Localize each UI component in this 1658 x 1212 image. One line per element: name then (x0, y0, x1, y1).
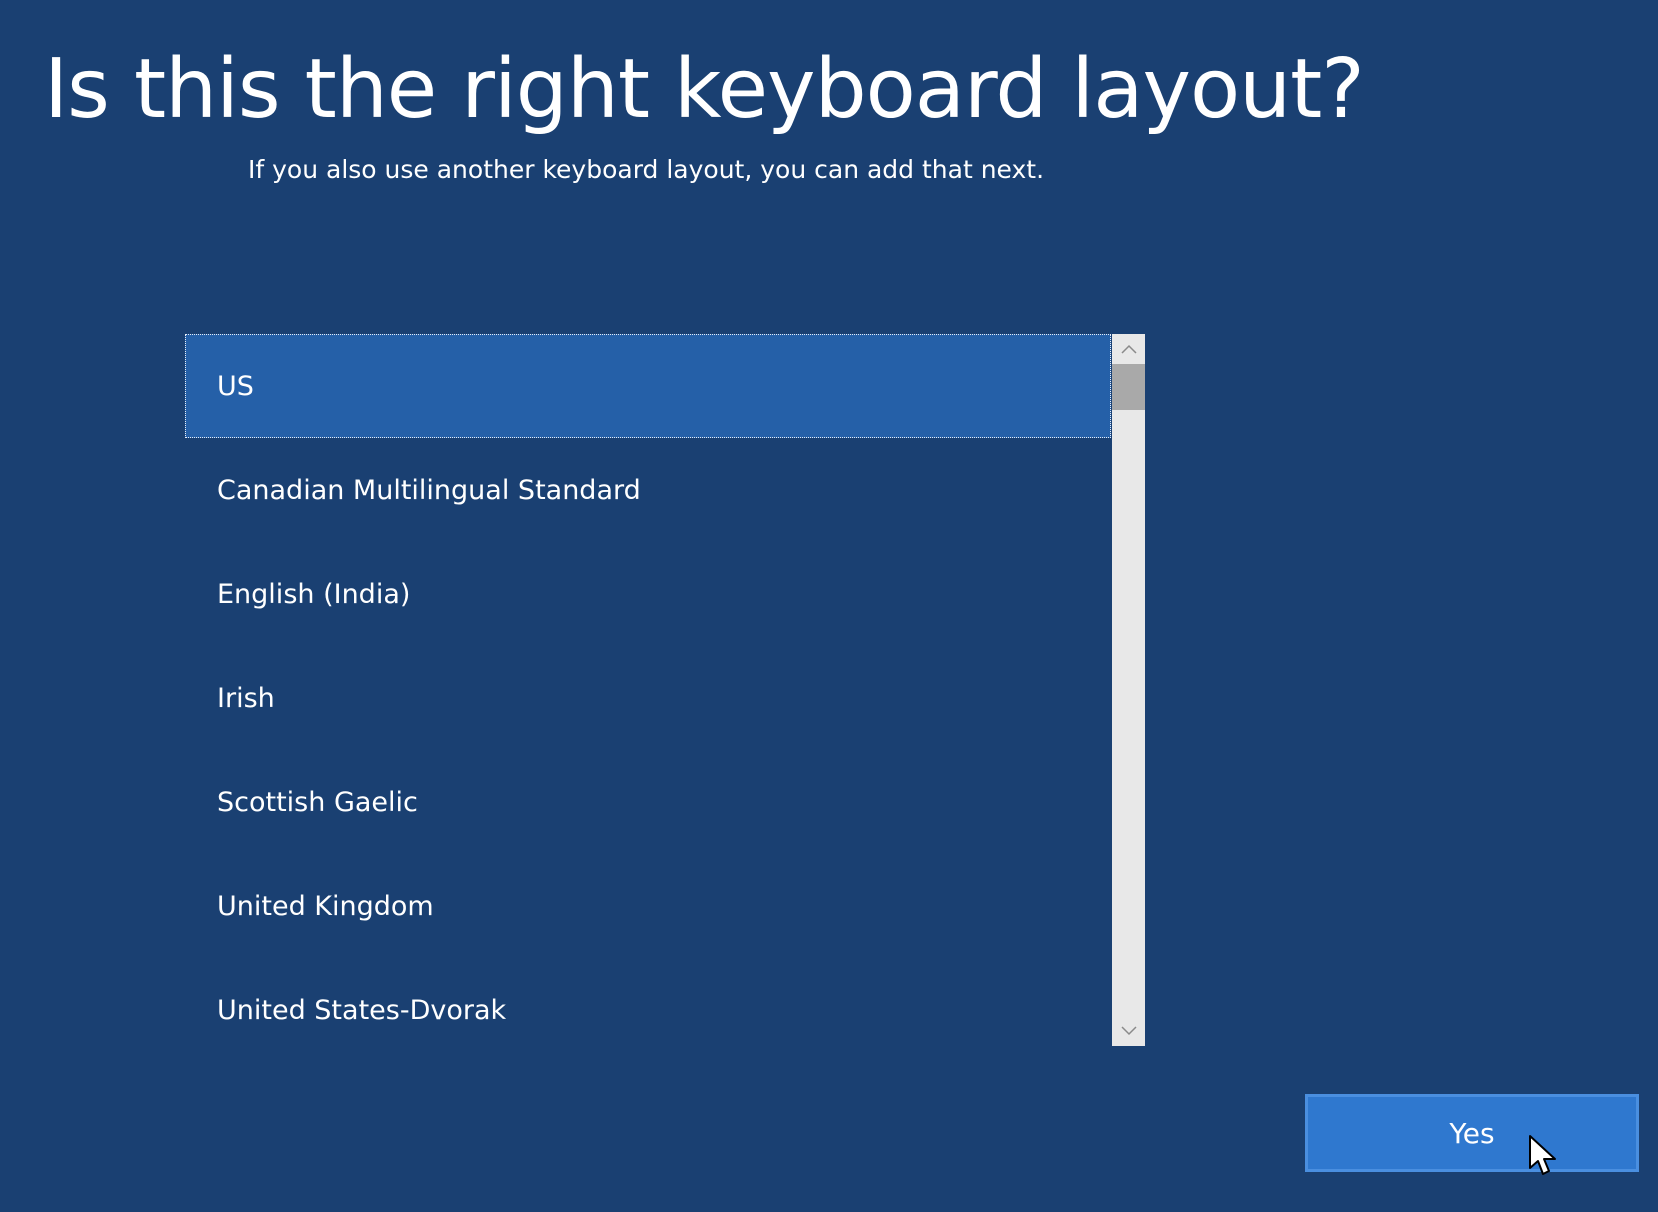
chevron-up-icon (1120, 344, 1137, 354)
layout-item-united-kingdom[interactable]: United Kingdom (185, 854, 1111, 958)
layout-item-label: Scottish Gaelic (217, 786, 418, 818)
page-subtitle: If you also use another keyboard layout,… (248, 155, 1045, 184)
layout-item-scottish-gaelic[interactable]: Scottish Gaelic (185, 750, 1111, 854)
layout-item-label: English (India) (217, 578, 411, 610)
scroll-up-button[interactable] (1112, 334, 1145, 364)
layout-item-english-india[interactable]: English (India) (185, 542, 1111, 646)
layout-item-irish[interactable]: Irish (185, 646, 1111, 750)
keyboard-layout-list[interactable]: US Canadian Multilingual Standard Englis… (185, 334, 1145, 1046)
scroll-down-button[interactable] (1112, 1016, 1145, 1046)
list-scrollbar[interactable] (1112, 334, 1145, 1046)
layout-item-label: United Kingdom (217, 890, 434, 922)
yes-button[interactable]: Yes (1305, 1094, 1639, 1172)
page-title: Is this the right keyboard layout? (44, 42, 1365, 137)
layout-item-label: Canadian Multilingual Standard (217, 474, 641, 506)
scroll-thumb[interactable] (1112, 364, 1145, 410)
layout-item-label: United States-Dvorak (217, 994, 507, 1026)
layout-item-us[interactable]: US (185, 334, 1111, 438)
layout-item-united-states-dvorak[interactable]: United States-Dvorak (185, 958, 1111, 1046)
layout-list-items: US Canadian Multilingual Standard Englis… (185, 334, 1111, 1046)
layout-item-label: US (217, 370, 254, 402)
chevron-down-icon (1120, 1026, 1137, 1036)
layout-item-label: Irish (217, 682, 275, 714)
layout-item-canadian-multilingual-standard[interactable]: Canadian Multilingual Standard (185, 438, 1111, 542)
